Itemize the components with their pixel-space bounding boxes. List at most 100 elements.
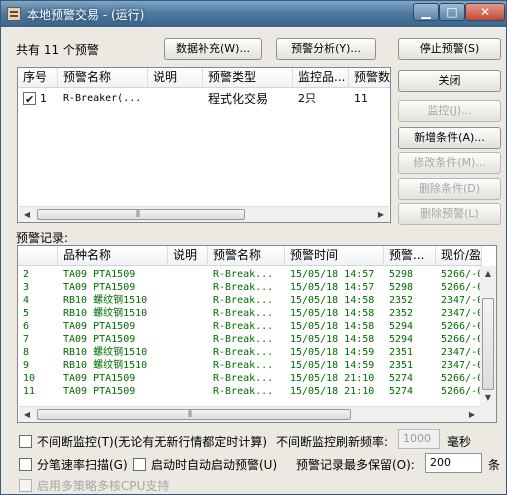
- rec-time: 15/05/18 21:10: [290, 373, 375, 384]
- max-records-input[interactable]: 200: [425, 453, 482, 473]
- close-icon: ✕: [479, 5, 491, 19]
- rec-price: 5294: [389, 334, 414, 345]
- records-vscroll-thumb[interactable]: [482, 298, 494, 390]
- rec-product: TA09 PTA1509: [63, 334, 136, 345]
- alert-enabled-checkbox[interactable]: [23, 91, 36, 109]
- record-row[interactable]: 7 TA09 PTA1509 R-Break... 15/05/18 14:58 529…: [18, 333, 482, 346]
- rec-col-num[interactable]: [18, 246, 58, 266]
- alert-analysis-button[interactable]: 预警分析(Y)...: [276, 38, 376, 60]
- alert-list-hscrollbar[interactable]: ◀ ⦀ ▶: [19, 206, 389, 222]
- records-vscrollbar[interactable]: ▲ ▼: [480, 266, 496, 406]
- rec-col-alert-price[interactable]: 预警...: [384, 246, 436, 266]
- rec-num: 9: [23, 360, 30, 371]
- multi-cpu-checkbox[interactable]: [19, 479, 32, 492]
- alert-row[interactable]: 1 R-Breaker(... 程式化交易 2只 11: [18, 90, 390, 109]
- record-row[interactable]: 11 TA09 PTA1509 R-Break... 15/05/18 21:10 52…: [18, 385, 482, 398]
- rec-price: 5274: [389, 386, 414, 397]
- maximize-button[interactable]: □: [439, 3, 465, 21]
- rec-time: 15/05/18 14:58: [290, 308, 375, 319]
- record-row[interactable]: 6 TA09 PTA1509 R-Break... 15/05/18 14:58 529…: [18, 320, 482, 333]
- alert-list-hscroll-thumb[interactable]: ⦀: [37, 209, 245, 220]
- minimize-button[interactable]: ▁: [413, 3, 439, 21]
- alert-row-desc: [148, 90, 203, 108]
- data-fill-button[interactable]: 数据补充(W)...: [164, 38, 262, 60]
- rec-time: 15/05/18 14:57: [290, 282, 375, 293]
- records-hscrollbar[interactable]: ◀ ⦀ ▶: [19, 406, 480, 422]
- rec-current: 2347/-0: [441, 347, 482, 358]
- col-index[interactable]: 序号: [18, 68, 58, 88]
- record-row[interactable]: 5 RB10 螺纹钢1510 R-Break... 15/05/18 14:58 235…: [18, 307, 482, 320]
- refresh-rate-label: 不间断监控刷新频率:: [276, 435, 389, 449]
- tick-scan-checkbox[interactable]: [19, 458, 32, 471]
- rec-num: 5: [23, 308, 30, 319]
- record-row[interactable]: 8 RB10 螺纹钢1510 R-Break... 15/05/18 14:59 235…: [18, 346, 482, 359]
- app-icon: [7, 7, 21, 21]
- rec-col-current[interactable]: 现价/盈: [436, 246, 482, 266]
- rec-col-desc[interactable]: 说明: [168, 246, 208, 266]
- rec-product: RB10 螺纹钢1510: [63, 347, 148, 358]
- records-hscroll-thumb[interactable]: ⦀: [37, 409, 351, 420]
- delete-alert-button[interactable]: 删除预警(L): [398, 203, 501, 225]
- rec-num: 4: [23, 295, 30, 306]
- rec-num: 10: [23, 373, 36, 384]
- record-row[interactable]: 9 RB10 螺纹钢1510 R-Break... 15/05/18 14:59 235…: [18, 359, 482, 372]
- rec-price: 2352: [389, 295, 414, 306]
- title-bar[interactable]: 本地预警交易 - (运行) ▁ □ ✕: [1, 1, 506, 27]
- record-row[interactable]: 2 TA09 PTA1509 R-Break... 15/05/18 14:57 529…: [18, 268, 482, 281]
- record-row[interactable]: 10 TA09 PTA1509 R-Break... 15/05/18 21:10 52…: [18, 372, 482, 385]
- scroll-right-icon[interactable]: ▶: [464, 407, 480, 422]
- alert-row-count: 11: [354, 92, 368, 105]
- rec-current: 5266/-0: [441, 321, 482, 332]
- auto-start-checkbox[interactable]: [133, 458, 146, 471]
- rec-col-alert-time[interactable]: 预警时间: [285, 246, 384, 266]
- rec-alert-name: R-Break...: [213, 347, 274, 358]
- rec-desc: [168, 268, 208, 281]
- rec-desc: [168, 294, 208, 307]
- close-window-button[interactable]: ✕: [465, 3, 505, 21]
- col-alert-count[interactable]: 预警数: [349, 68, 390, 88]
- records-list[interactable]: 品种名称 说明 预警名称 预警时间 预警... 现价/盈 2 TA09 PTA15…: [17, 245, 497, 423]
- rec-price: 5294: [389, 321, 414, 332]
- monitor-button[interactable]: 监控(J)...: [398, 100, 501, 122]
- rec-num: 7: [23, 334, 30, 345]
- add-condition-button[interactable]: 新增条件(A)...: [398, 127, 501, 149]
- continuous-monitor-label: 不间断监控(T)(无论有无新行情都定时计算): [37, 435, 268, 449]
- rec-alert-name: R-Break...: [213, 295, 274, 306]
- delete-condition-button[interactable]: 删除条件(D): [398, 178, 501, 200]
- scroll-right-icon[interactable]: ▶: [373, 207, 389, 222]
- rec-product: RB10 螺纹钢1510: [63, 295, 148, 306]
- record-row[interactable]: 4 RB10 螺纹钢1510 R-Break... 15/05/18 14:58 235…: [18, 294, 482, 307]
- alert-row-products: 2只: [298, 92, 316, 105]
- rec-desc: [168, 359, 208, 372]
- stop-alert-button[interactable]: 停止预警(S): [398, 38, 501, 60]
- rec-product: TA09 PTA1509: [63, 269, 136, 280]
- close-button[interactable]: 关闭: [398, 70, 501, 92]
- record-row[interactable]: 3 TA09 PTA1509 R-Break... 15/05/18 14:57 529…: [18, 281, 482, 294]
- rec-time: 15/05/18 14:58: [290, 295, 375, 306]
- col-monitored-products[interactable]: 监控品...: [293, 68, 349, 88]
- rec-current: 2347/-0: [441, 308, 482, 319]
- scroll-up-icon[interactable]: ▲: [480, 266, 496, 282]
- scroll-left-icon[interactable]: ◀: [19, 207, 35, 222]
- scroll-left-icon[interactable]: ◀: [19, 407, 35, 422]
- rec-time: 15/05/18 14:58: [290, 321, 375, 332]
- rec-alert-name: R-Break...: [213, 282, 274, 293]
- rec-desc: [168, 372, 208, 385]
- col-alert-type[interactable]: 预警类型: [203, 68, 293, 88]
- rec-price: 2351: [389, 347, 414, 358]
- alert-count-label: 共有 11 个预警: [16, 43, 99, 57]
- col-alert-name[interactable]: 预警名称: [58, 68, 148, 88]
- alert-list-header: 序号 预警名称 说明 预警类型 监控品... 预警数: [18, 68, 390, 88]
- rec-desc: [168, 320, 208, 333]
- alert-list[interactable]: 序号 预警名称 说明 预警类型 监控品... 预警数 1 R-Breaker(.…: [17, 67, 391, 223]
- col-desc[interactable]: 说明: [148, 68, 203, 88]
- refresh-rate-input[interactable]: 1000: [398, 429, 440, 449]
- alert-row-name: R-Breaker(...: [63, 93, 142, 104]
- rec-col-alert-name[interactable]: 预警名称: [208, 246, 285, 266]
- rec-desc: [168, 333, 208, 346]
- rec-col-product[interactable]: 品种名称: [58, 246, 168, 266]
- continuous-monitor-checkbox[interactable]: [19, 435, 32, 448]
- max-records-unit: 条: [488, 458, 501, 472]
- scroll-down-icon[interactable]: ▼: [480, 390, 496, 406]
- modify-condition-button[interactable]: 修改条件(M)...: [398, 152, 501, 174]
